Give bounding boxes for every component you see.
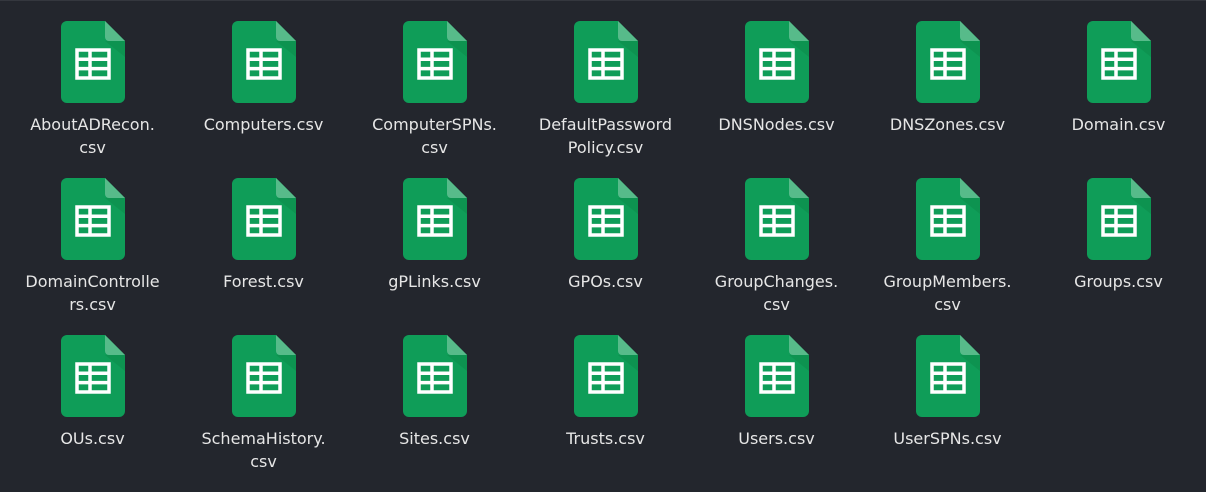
file-name: AboutADRecon. csv — [30, 115, 155, 157]
spreadsheet-icon — [573, 335, 638, 417]
file-item[interactable]: Forest.csv — [178, 178, 349, 335]
file-item[interactable]: DomainControlle rs.csv — [7, 178, 178, 335]
file-item[interactable]: Groups.csv — [1033, 178, 1204, 335]
spreadsheet-icon — [402, 21, 467, 103]
file-name: gPLinks.csv — [388, 272, 481, 291]
file-name: UserSPNs.csv — [893, 429, 1002, 448]
file-name: DNSNodes.csv — [718, 115, 835, 134]
file-item[interactable]: GPOs.csv — [520, 178, 691, 335]
file-name: Domain.csv — [1071, 115, 1166, 134]
file-grid: AboutADRecon. csv Computers.csv Computer… — [7, 21, 1204, 492]
file-item[interactable]: OUs.csv — [7, 335, 178, 492]
spreadsheet-icon — [1086, 21, 1151, 103]
file-item[interactable]: Trusts.csv — [520, 335, 691, 492]
spreadsheet-icon — [744, 335, 809, 417]
file-name: DNSZones.csv — [889, 115, 1006, 134]
file-item[interactable]: Computers.csv — [178, 21, 349, 178]
file-item[interactable]: gPLinks.csv — [349, 178, 520, 335]
file-item[interactable]: DNSNodes.csv — [691, 21, 862, 178]
file-name: OUs.csv — [60, 429, 125, 448]
spreadsheet-icon — [60, 335, 125, 417]
file-name: Groups.csv — [1074, 272, 1163, 291]
spreadsheet-icon — [60, 21, 125, 103]
spreadsheet-icon — [915, 335, 980, 417]
file-name: Computers.csv — [203, 115, 324, 134]
file-item[interactable]: AboutADRecon. csv — [7, 21, 178, 178]
spreadsheet-icon — [402, 335, 467, 417]
file-item[interactable]: Users.csv — [691, 335, 862, 492]
file-item[interactable]: Sites.csv — [349, 335, 520, 492]
spreadsheet-icon — [573, 178, 638, 260]
file-name: SchemaHistory. csv — [201, 429, 326, 471]
file-item[interactable]: DNSZones.csv — [862, 21, 1033, 178]
file-name: ComputerSPNs. csv — [372, 115, 497, 157]
spreadsheet-icon — [744, 178, 809, 260]
file-item[interactable]: ComputerSPNs. csv — [349, 21, 520, 178]
file-name: Forest.csv — [223, 272, 304, 291]
file-name: GroupChanges. csv — [714, 272, 839, 314]
spreadsheet-icon — [231, 178, 296, 260]
spreadsheet-icon — [60, 178, 125, 260]
file-browser-view: AboutADRecon. csv Computers.csv Computer… — [0, 0, 1206, 492]
file-item[interactable]: SchemaHistory. csv — [178, 335, 349, 492]
file-name: Sites.csv — [399, 429, 470, 448]
spreadsheet-icon — [573, 21, 638, 103]
file-name: Users.csv — [738, 429, 815, 448]
file-item[interactable]: GroupChanges. csv — [691, 178, 862, 335]
spreadsheet-icon — [231, 335, 296, 417]
file-item[interactable]: UserSPNs.csv — [862, 335, 1033, 492]
spreadsheet-icon — [1086, 178, 1151, 260]
file-name: GroupMembers. csv — [883, 272, 1012, 314]
file-name: GPOs.csv — [568, 272, 643, 291]
file-name: DomainControlle rs.csv — [25, 272, 160, 314]
spreadsheet-icon — [744, 21, 809, 103]
file-name: DefaultPassword Policy.csv — [538, 115, 673, 157]
spreadsheet-icon — [915, 21, 980, 103]
spreadsheet-icon — [231, 21, 296, 103]
file-item[interactable]: DefaultPassword Policy.csv — [520, 21, 691, 178]
spreadsheet-icon — [915, 178, 980, 260]
file-name: Trusts.csv — [566, 429, 645, 448]
file-item[interactable]: GroupMembers. csv — [862, 178, 1033, 335]
file-item[interactable]: Domain.csv — [1033, 21, 1204, 178]
spreadsheet-icon — [402, 178, 467, 260]
